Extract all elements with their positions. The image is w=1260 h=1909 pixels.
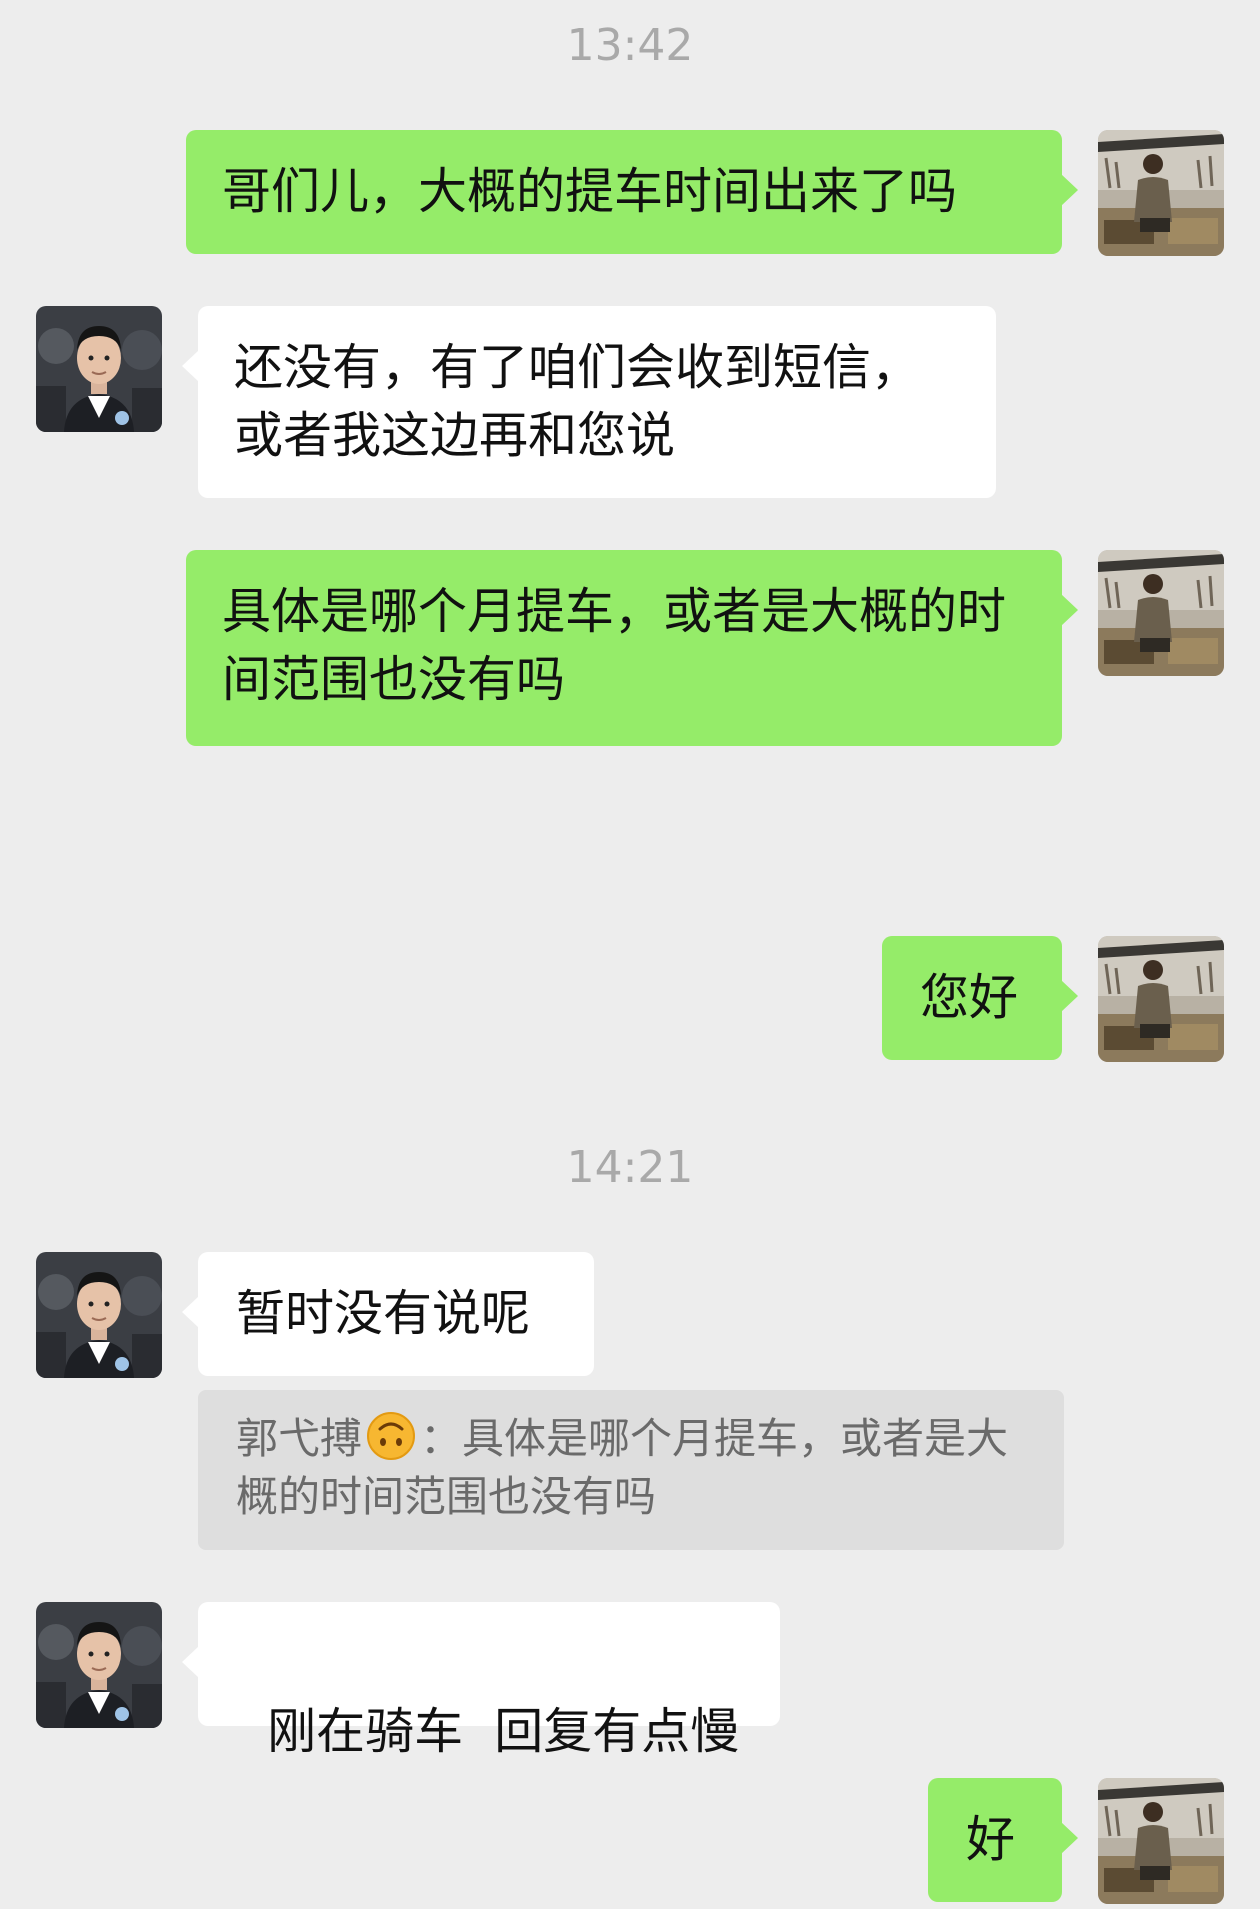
message-text: 还没有，有了咱们会收到短信，或者我这边再和您说	[234, 339, 921, 464]
my-message-bubble[interactable]: 好	[928, 1778, 1078, 1902]
quote-separator: ：	[420, 1414, 463, 1463]
avatar-image-icon	[36, 306, 162, 432]
avatar-image-icon	[1098, 1778, 1224, 1904]
avatar-image-icon	[36, 1252, 162, 1378]
upside-down-face-emoji-icon	[366, 1411, 416, 1461]
quote-author: 郭弋搏	[236, 1414, 363, 1463]
contact-avatar[interactable]	[36, 1252, 162, 1378]
message-text: 好	[966, 1811, 1016, 1868]
message-text: 您好	[920, 969, 1019, 1026]
message-text: 刚在骑车 回复有点慢	[267, 1703, 740, 1760]
my-avatar[interactable]	[1098, 936, 1224, 1062]
my-message-bubble[interactable]: 哥们儿，大概的提车时间出来了吗	[186, 130, 1078, 254]
contact-message-bubble[interactable]: 刚在骑车 回复有点慢	[182, 1602, 780, 1760]
my-avatar[interactable]	[1098, 550, 1224, 676]
my-message-bubble[interactable]: 您好	[882, 936, 1078, 1060]
avatar-image-icon	[1098, 130, 1224, 256]
avatar-image-icon	[1098, 550, 1224, 676]
quoted-message[interactable]: 郭弋搏 ：具体是哪个月提车，或者是大概的时间范围也没有吗	[198, 1390, 1064, 1550]
contact-avatar[interactable]	[36, 1602, 162, 1728]
timestamp: 13:42	[566, 20, 694, 71]
contact-message-bubble[interactable]: 还没有，有了咱们会收到短信，或者我这边再和您说	[182, 306, 996, 498]
my-message-bubble[interactable]: 具体是哪个月提车，或者是大概的时间范围也没有吗	[186, 550, 1078, 746]
message-text: 暂时没有说呢	[236, 1285, 531, 1342]
contact-message-bubble[interactable]: 暂时没有说呢	[182, 1252, 594, 1376]
timestamp: 14:21	[566, 1142, 694, 1193]
avatar-image-icon	[36, 1602, 162, 1728]
my-avatar[interactable]	[1098, 1778, 1224, 1904]
message-text: 哥们儿，大概的提车时间出来了吗	[222, 163, 958, 220]
message-text: 具体是哪个月提车，或者是大概的时间范围也没有吗	[222, 583, 1007, 708]
contact-avatar[interactable]	[36, 306, 162, 432]
my-avatar[interactable]	[1098, 130, 1224, 256]
avatar-image-icon	[1098, 936, 1224, 1062]
